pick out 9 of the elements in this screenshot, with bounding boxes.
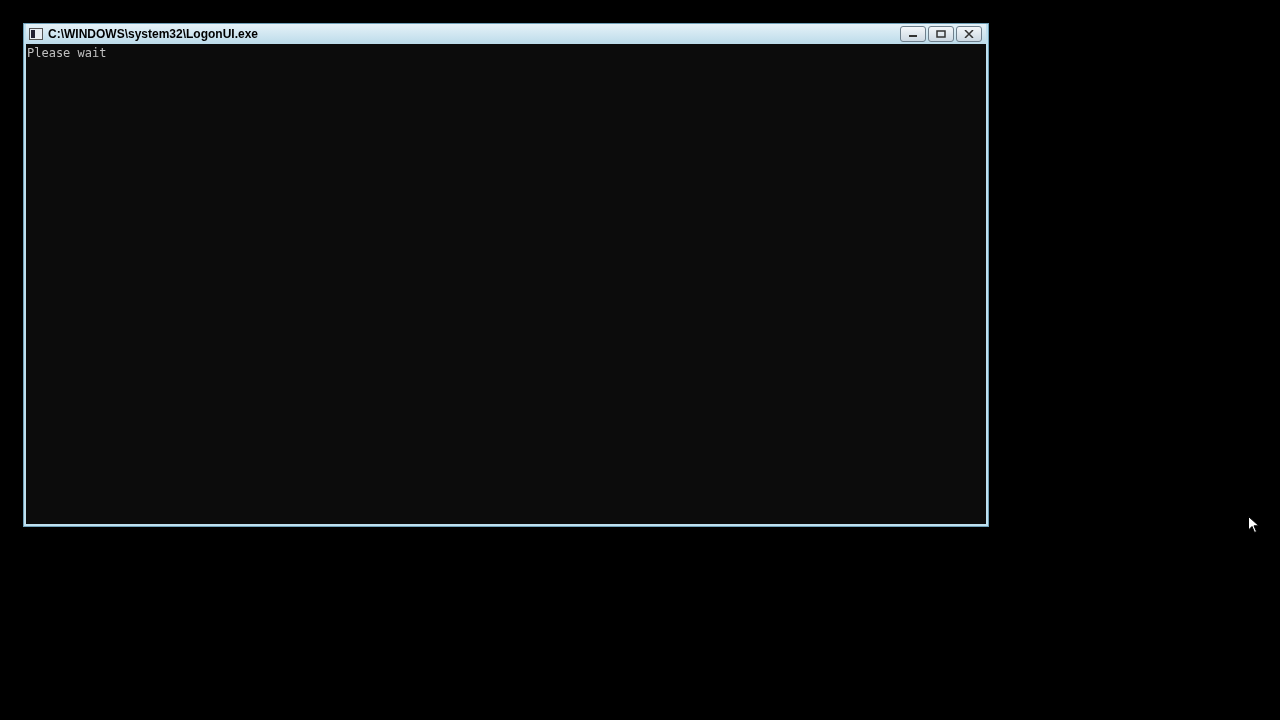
minimize-button[interactable]: [900, 26, 926, 42]
mouse-pointer-icon: [1248, 516, 1260, 534]
window-title: C:\WINDOWS\system32\LogonUI.exe: [48, 27, 259, 41]
console-app-icon: [29, 28, 43, 40]
close-icon: [964, 30, 974, 38]
restore-icon: [936, 30, 946, 38]
console-text: Please wait: [27, 45, 108, 61]
close-button[interactable]: [956, 26, 982, 42]
restore-button[interactable]: [928, 26, 954, 42]
